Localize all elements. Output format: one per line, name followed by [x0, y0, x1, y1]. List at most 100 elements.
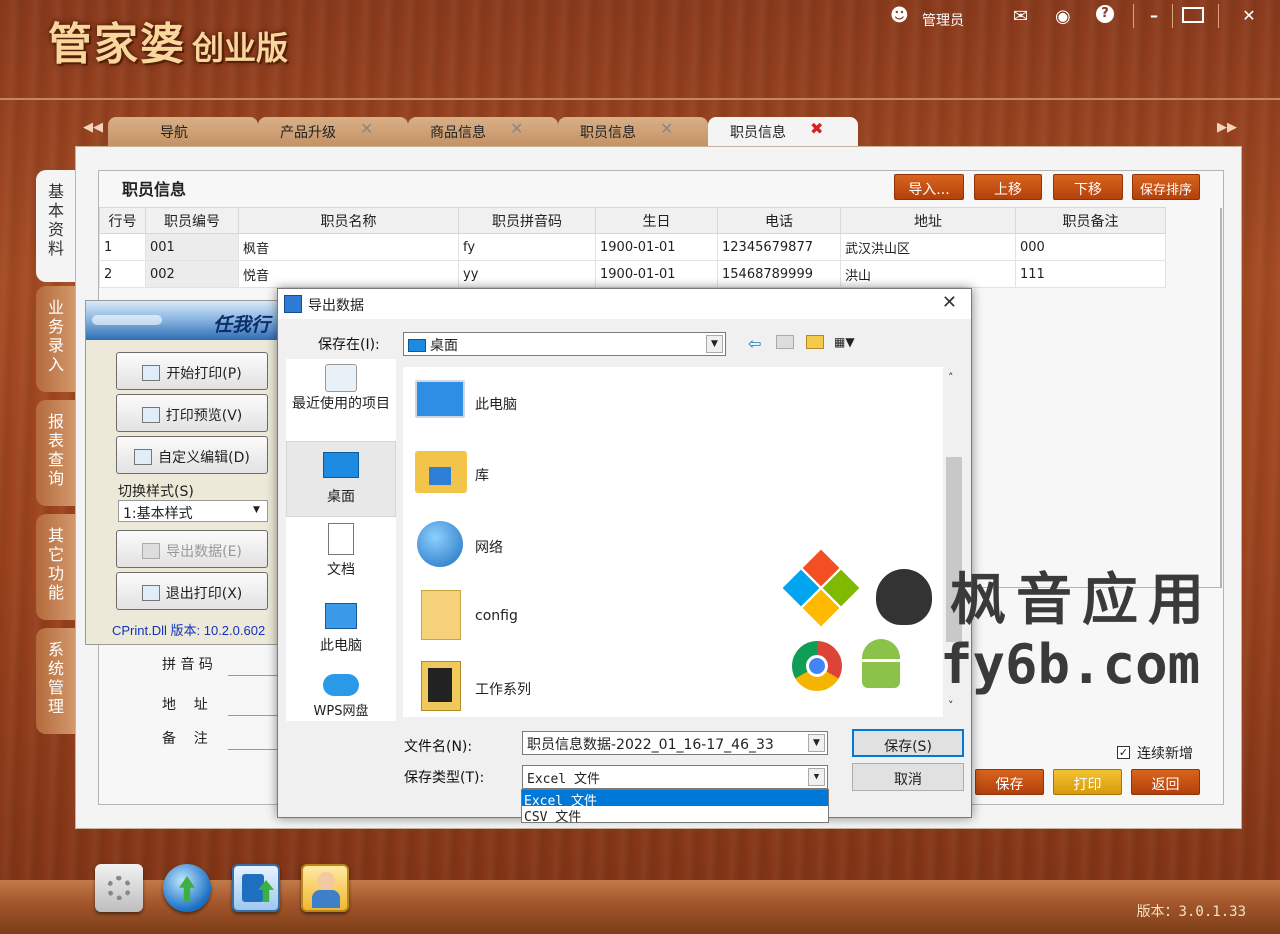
import-button[interactable]: 导入...	[894, 174, 964, 200]
table-row[interactable]: 2 002 悦音 yy 1900-01-01 15468789999 洪山 11…	[99, 260, 1166, 288]
update-globe-icon[interactable]	[163, 864, 211, 912]
close-icon[interactable]: ✕	[510, 119, 523, 138]
table-cell: 15468789999	[717, 260, 841, 288]
help-icon[interactable]: ?	[1096, 5, 1114, 23]
dialog-title: 导出数据	[308, 298, 364, 314]
dialog-cancel-button[interactable]: 取消	[852, 763, 964, 791]
place-this-pc[interactable]: 此电脑	[286, 599, 396, 669]
move-down-button[interactable]: 下移	[1053, 174, 1123, 200]
place-documents[interactable]: 文档	[286, 523, 396, 593]
staff-grid[interactable]: 行号 职员编号 职员名称 职员拼音码 生日 电话 地址 职员备注 1 001 枫…	[99, 207, 1221, 288]
address-field[interactable]	[228, 715, 278, 716]
close-icon[interactable]: ✕	[942, 292, 957, 313]
minimize-icon[interactable]: –	[1140, 6, 1168, 28]
export-data-button[interactable]: 导出数据(E)	[116, 530, 268, 568]
filename-input[interactable]: 职员信息数据-2022_01_16-17_46_33 ▼	[522, 731, 828, 755]
exit-print-button[interactable]: 退出打印(X)	[116, 572, 268, 610]
print-preview-button[interactable]: 打印预览(V)	[116, 394, 268, 432]
continuous-add-label: 连续新增	[1137, 746, 1193, 762]
save-in-label: 保存在(I):	[318, 337, 380, 353]
user-name[interactable]: 管理员	[922, 10, 964, 30]
column-header[interactable]: 职员备注	[1015, 207, 1166, 234]
side-tab-reports[interactable]: 报表查询	[36, 400, 76, 506]
user-manage-icon[interactable]	[301, 864, 349, 912]
chevron-up-icon[interactable]: ˄	[948, 371, 954, 384]
filetype-dropdown[interactable]: Excel 文件 CSV 文件	[521, 789, 829, 825]
save-button[interactable]: 保存	[975, 769, 1044, 795]
table-row[interactable]: 1 001 枫音 fy 1900-01-01 12345679877 武汉洪山区…	[99, 233, 1166, 261]
tab-scroll-right-icon[interactable]: ▶▶	[1217, 120, 1237, 135]
close-icon[interactable]: ✕	[660, 119, 673, 138]
tab-staff-info[interactable]: 职员信息 ✕	[558, 117, 708, 147]
print-button[interactable]: 打印	[1053, 769, 1122, 795]
table-cell: 000	[1015, 233, 1166, 261]
side-tab-other-functions[interactable]: 其它功能	[36, 514, 76, 620]
custom-edit-button[interactable]: 自定义编辑(D)	[116, 436, 268, 474]
view-menu-icon[interactable]: ▦▼	[834, 335, 860, 351]
save-in-select[interactable]: 桌面 ▼	[403, 332, 726, 356]
note-field[interactable]	[228, 749, 278, 750]
back-button[interactable]: 返回	[1131, 769, 1200, 795]
settings-gear-icon[interactable]	[95, 864, 143, 912]
tab-goods-info[interactable]: 商品信息 ✕	[408, 117, 558, 147]
list-item[interactable]: 库	[403, 443, 923, 503]
computer-icon	[325, 603, 357, 629]
switch-style-label: 切换样式(S)	[118, 484, 194, 500]
column-header[interactable]: 职员拼音码	[458, 207, 596, 234]
continuous-add-checkbox[interactable]: ✓	[1117, 746, 1130, 759]
list-item[interactable]: 此电脑	[403, 372, 923, 432]
column-header[interactable]: 行号	[99, 207, 146, 234]
save-order-button[interactable]: 保存排序	[1132, 174, 1200, 200]
column-header[interactable]: 生日	[595, 207, 718, 234]
table-cell: 002	[145, 260, 239, 288]
document-icon	[328, 523, 354, 555]
close-icon[interactable]: ✕	[1235, 6, 1263, 28]
tab-nav[interactable]: 导航	[108, 117, 258, 147]
table-cell: 1	[99, 233, 146, 261]
place-desktop[interactable]: 桌面	[286, 441, 396, 517]
filetype-select[interactable]: Excel 文件 ▼	[522, 765, 828, 789]
printer-icon	[142, 365, 161, 381]
place-recent[interactable]: 最近使用的项目	[286, 364, 396, 440]
side-tab-basic-data[interactable]: 基本资料	[36, 170, 76, 282]
export-dialog: 导出数据 ✕ 保存在(I): 桌面 ▼ ⇦ ▦▼ 最近使用的项目 桌面 文档 此…	[277, 288, 972, 825]
up-folder-icon[interactable]	[776, 335, 794, 349]
tab-product-upgrade[interactable]: 产品升级 ✕	[258, 117, 408, 147]
start-print-button[interactable]: 开始打印(P)	[116, 352, 268, 390]
column-header[interactable]: 电话	[717, 207, 841, 234]
windows-logo-icon	[782, 549, 864, 629]
folder-icon	[421, 661, 461, 711]
filetype-option-excel[interactable]: Excel 文件	[522, 790, 828, 809]
chrome-logo-icon	[792, 641, 842, 691]
close-icon[interactable]: ✖	[810, 119, 823, 138]
new-folder-icon[interactable]	[806, 335, 824, 349]
move-up-button[interactable]: 上移	[974, 174, 1042, 200]
tab-staff-info-active[interactable]: 职员信息 ✖	[708, 117, 858, 149]
app-version: 版本：3.0.1.33	[1136, 904, 1246, 920]
pinyin-field[interactable]	[228, 675, 278, 676]
dialog-save-button[interactable]: 保存(S)	[852, 729, 964, 757]
brand-logo: 任我行	[212, 314, 270, 336]
weibo-icon[interactable]: ◉	[1055, 6, 1071, 27]
table-cell: 2	[99, 260, 146, 288]
tab-scroll-left-icon[interactable]: ◀◀	[83, 120, 103, 135]
filetype-option-csv[interactable]: CSV 文件	[522, 806, 828, 825]
clock-icon	[325, 364, 357, 392]
side-tab-business-entry[interactable]: 业务录入	[36, 286, 76, 392]
close-icon[interactable]: ✕	[360, 119, 373, 138]
place-wps-cloud[interactable]: WPS网盘	[286, 674, 396, 729]
divider	[1218, 4, 1219, 28]
style-select[interactable]: 1:基本样式 ▼	[118, 500, 268, 522]
column-header[interactable]: 职员编号	[145, 207, 239, 234]
maximize-icon[interactable]	[1182, 7, 1204, 23]
table-cell: 1900-01-01	[595, 260, 718, 288]
mail-icon[interactable]: ✉	[1013, 6, 1028, 27]
column-header[interactable]: 职员名称	[238, 207, 459, 234]
side-tab-system-admin[interactable]: 系统管理	[36, 628, 76, 734]
column-header[interactable]: 地址	[840, 207, 1016, 234]
dialog-titlebar: 导出数据 ✕	[278, 289, 971, 319]
table-cell: 枫音	[238, 233, 459, 261]
cloud-icon	[323, 674, 359, 696]
backup-database-icon[interactable]	[232, 864, 280, 912]
back-arrow-icon[interactable]: ⇦	[748, 334, 761, 353]
